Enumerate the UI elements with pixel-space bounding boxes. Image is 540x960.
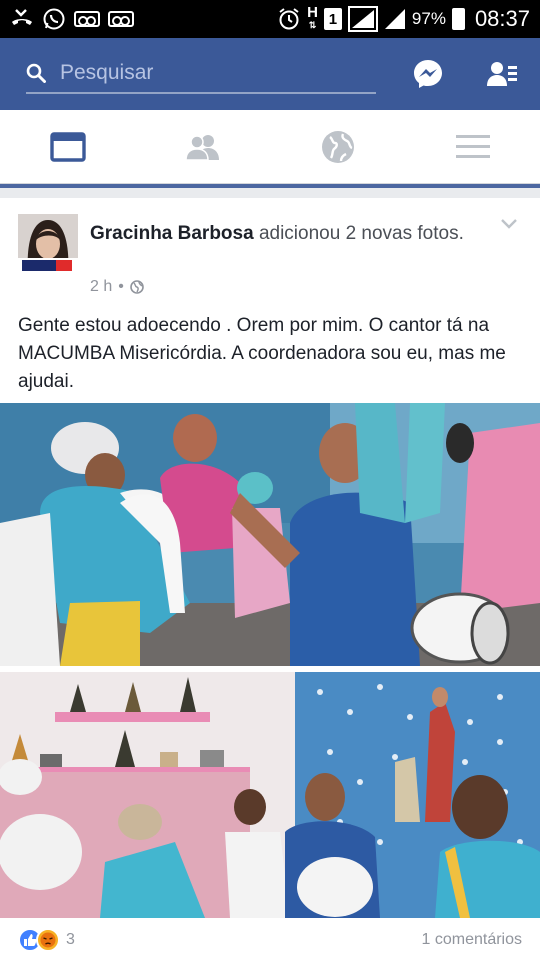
search-input[interactable] (60, 61, 350, 85)
friend-requests-icon (487, 62, 517, 86)
menu-icon (455, 134, 490, 158)
post-photo-2[interactable] (0, 672, 540, 918)
missed-call-icon (10, 8, 34, 30)
avatar-image (18, 214, 78, 274)
reactions-summary[interactable]: 3 (18, 928, 75, 952)
tab-notifications[interactable] (270, 110, 405, 183)
photo-2-image (0, 672, 540, 918)
tab-bar (0, 110, 540, 184)
angry-reaction-icon (36, 928, 60, 952)
post-time[interactable]: 2 h (90, 278, 112, 296)
post-meta: 2 h • (90, 278, 144, 296)
app-header (0, 38, 540, 110)
search-icon (26, 63, 46, 83)
messenger-icon (414, 60, 442, 88)
signal-icon (384, 8, 406, 30)
tab-friends[interactable] (135, 110, 270, 183)
public-globe-icon (130, 280, 144, 294)
sim-icon: 1 (323, 8, 342, 30)
status-bar: H ⇅ 1 97% 08:37 (0, 0, 540, 38)
battery-percent: 97% (411, 9, 446, 28)
post-card: Gracinha Barbosa adicionou 2 novas fotos… (0, 198, 540, 960)
search-bar[interactable] (26, 54, 376, 94)
voicemail-icon (74, 11, 100, 27)
chevron-down-icon[interactable] (500, 218, 518, 230)
network-h-icon: H ⇅ (307, 4, 318, 30)
meta-separator: • (118, 278, 124, 295)
messenger-button[interactable] (410, 56, 446, 92)
post-header: Gracinha Barbosa adicionou 2 novas fotos… (18, 214, 522, 304)
alarm-icon (277, 7, 301, 31)
network-label: H (307, 4, 318, 21)
friends-icon (184, 134, 219, 161)
voicemail-icon (108, 11, 134, 27)
post-text: Gente estou adoecendo . Orem por mim. O … (18, 315, 506, 392)
clock: 08:37 (474, 6, 530, 31)
feed-top-accent (0, 184, 540, 188)
post-footer: 3 1 comentários (0, 920, 540, 960)
globe-icon (321, 130, 354, 163)
tab-menu[interactable] (405, 110, 540, 183)
news-feed-icon (49, 131, 86, 162)
comments-count-link[interactable]: 1 comentários (422, 931, 523, 949)
post-author-line: Gracinha Barbosa adicionou 2 novas fotos… (90, 220, 500, 247)
battery-icon (451, 8, 465, 30)
signal-icon (347, 6, 378, 32)
whatsapp-icon (42, 7, 66, 31)
post-action: adicionou 2 novas fotos. (253, 223, 464, 244)
tab-news-feed[interactable] (0, 110, 135, 183)
avatar[interactable] (18, 214, 78, 274)
friend-requests-button[interactable] (484, 56, 520, 92)
reactions-count: 3 (66, 931, 75, 948)
post-photo-1[interactable] (0, 403, 540, 666)
photo-1-image (0, 403, 540, 666)
author-name[interactable]: Gracinha Barbosa (90, 223, 254, 244)
